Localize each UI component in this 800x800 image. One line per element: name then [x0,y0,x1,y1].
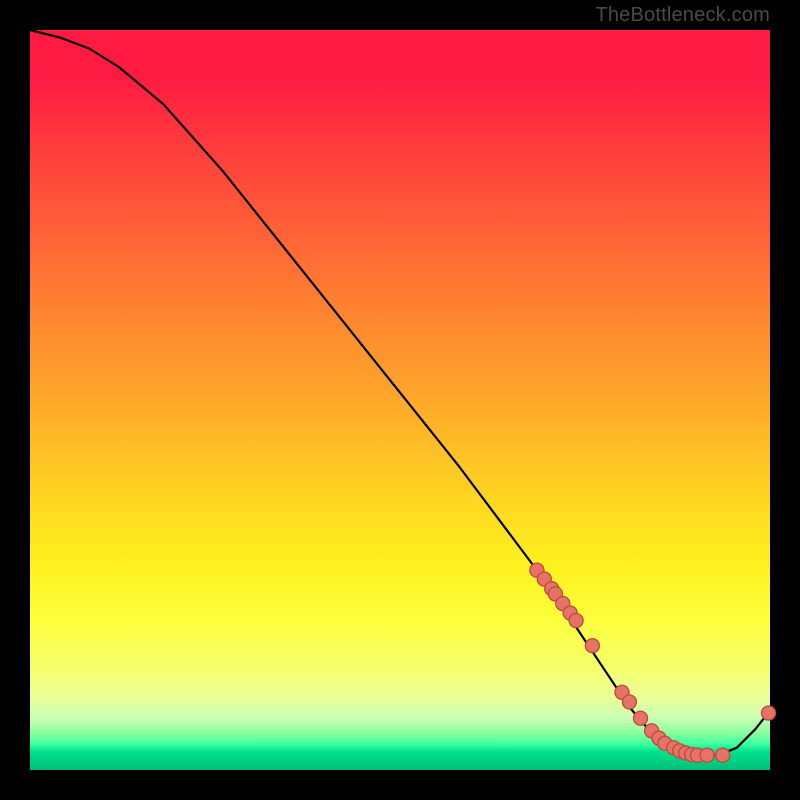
data-dot [622,695,636,709]
data-dot [569,613,583,627]
data-dot [633,711,647,725]
watermark-text: TheBottleneck.com [595,4,770,27]
data-dot [585,639,599,653]
dots-layer [30,30,770,770]
plot-area [30,30,770,770]
data-dot [716,748,730,762]
data-dot [761,706,775,720]
dots-group [530,563,776,762]
data-dot [700,748,714,762]
chart-stage: TheBottleneck.com [0,0,800,800]
